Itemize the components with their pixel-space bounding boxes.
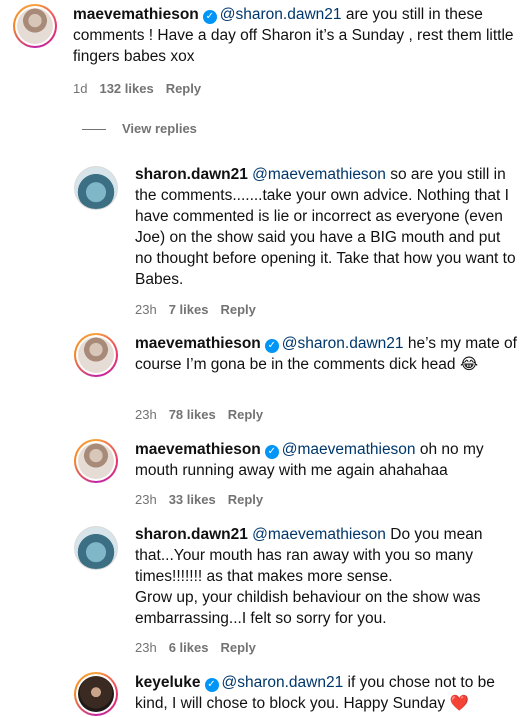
comment-meta: 23h 33 likes Reply: [135, 492, 275, 507]
reply-button[interactable]: Reply: [220, 302, 255, 317]
mention-link[interactable]: @sharon.dawn21: [222, 674, 344, 691]
username[interactable]: maevemathieson: [73, 6, 199, 23]
timestamp: 23h: [135, 640, 157, 655]
comment-body-2: Grow up, your childish behaviour on the …: [135, 589, 481, 627]
avatar[interactable]: [13, 4, 57, 48]
mention-link[interactable]: @maevemathieson: [252, 526, 386, 543]
likes-count[interactable]: 33 likes: [169, 492, 216, 507]
username[interactable]: sharon.dawn21: [135, 526, 248, 543]
timestamp: 23h: [135, 302, 157, 317]
comment-text: maevemathieson ✓ @sharon.dawn21 are you st…: [73, 4, 518, 67]
verified-badge-icon: ✓: [264, 339, 279, 353]
verified-badge-icon: ✓: [202, 10, 217, 24]
laughing-emoji-icon: 😂: [459, 355, 478, 373]
username[interactable]: keyeluke: [135, 674, 201, 691]
comment-meta: 1d 132 likes Reply: [73, 81, 213, 96]
verified-badge-icon: ✓: [204, 678, 219, 692]
username[interactable]: sharon.dawn21: [135, 166, 248, 183]
comment-meta: 23h 6 likes Reply: [135, 640, 268, 655]
reply-button[interactable]: Reply: [228, 407, 263, 422]
reply-button[interactable]: Reply: [228, 492, 263, 507]
comment-body: so are you still in the comments.......t…: [135, 166, 516, 288]
comment-text: maevemathieson ✓ @sharon.dawn21 he’s my ma…: [135, 333, 520, 375]
likes-count[interactable]: 78 likes: [169, 407, 216, 422]
avatar[interactable]: [74, 166, 118, 210]
timestamp: 23h: [135, 407, 157, 422]
likes-count[interactable]: 6 likes: [169, 640, 209, 655]
avatar[interactable]: [74, 439, 118, 483]
likes-count[interactable]: 132 likes: [99, 81, 153, 96]
username[interactable]: maevemathieson: [135, 335, 261, 352]
avatar[interactable]: [74, 333, 118, 377]
comment-meta: 23h 78 likes Reply: [135, 407, 275, 422]
likes-count[interactable]: 7 likes: [169, 302, 209, 317]
avatar[interactable]: [74, 672, 118, 716]
comment-text: sharon.dawn21 @maevemathieson Do you mea…: [135, 524, 520, 629]
comment-text: keyeluke ✓ @sharon.dawn21 if you chose not…: [135, 672, 525, 714]
mention-link[interactable]: @maevemathieson: [282, 441, 416, 458]
reply-button[interactable]: Reply: [166, 81, 201, 96]
username[interactable]: maevemathieson: [135, 441, 261, 458]
red-heart-emoji-icon: ❤️: [449, 694, 469, 712]
divider-line: [82, 129, 106, 131]
timestamp: 1d: [73, 81, 88, 96]
view-replies-label: View replies: [122, 121, 197, 136]
comment-text: sharon.dawn21 @maevemathieson so are you…: [135, 164, 520, 290]
comment-meta: 23h 7 likes Reply: [135, 302, 268, 317]
timestamp: 23h: [135, 492, 157, 507]
mention-link[interactable]: @maevemathieson: [252, 166, 386, 183]
view-replies-button[interactable]: View replies: [82, 121, 197, 136]
reply-button[interactable]: Reply: [220, 640, 255, 655]
mention-link[interactable]: @sharon.dawn21: [220, 6, 342, 23]
verified-badge-icon: ✓: [264, 445, 279, 459]
mention-link[interactable]: @sharon.dawn21: [282, 335, 404, 352]
avatar[interactable]: [74, 526, 118, 570]
comment-text: maevemathieson ✓ @maevemathieson oh no my …: [135, 439, 520, 481]
